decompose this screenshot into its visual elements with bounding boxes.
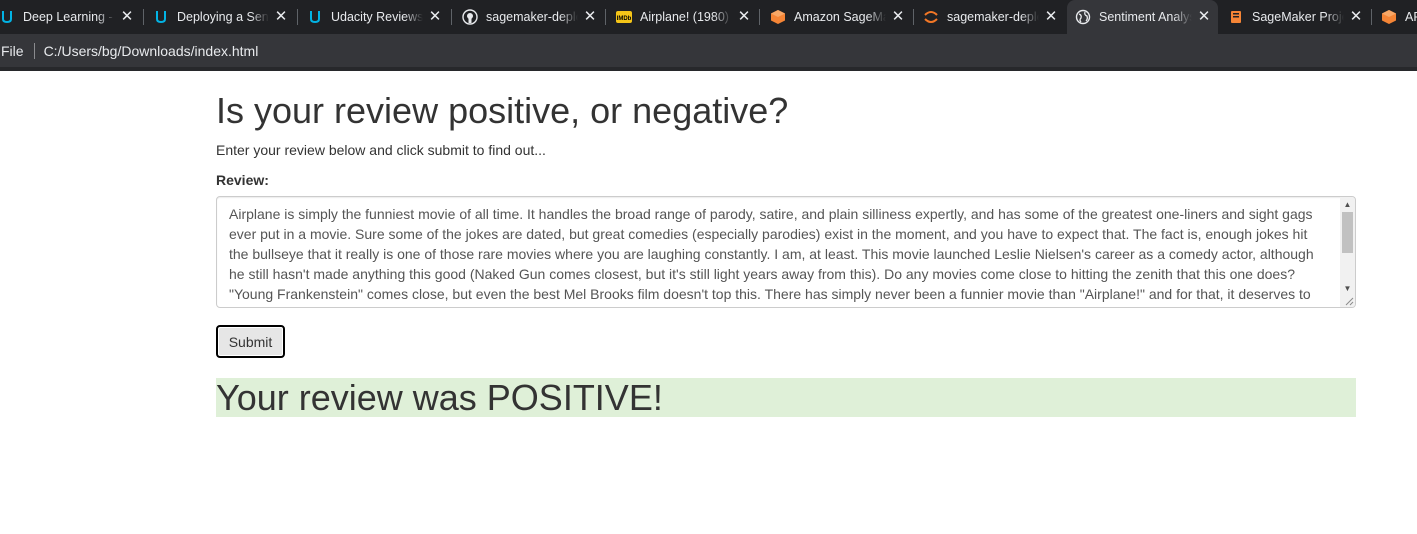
tab-deep-learning[interactable]: Deep Learning - Udacity ✕	[0, 0, 141, 34]
tab-divider	[913, 9, 914, 25]
tab-github-sagemaker[interactable]: sagemaker-deployment ✕	[454, 0, 604, 34]
review-text[interactable]: Airplane is simply the funniest movie of…	[229, 204, 1321, 307]
udacity-icon	[0, 9, 15, 25]
tab-label: Udacity Reviews	[331, 10, 423, 24]
close-tab-icon[interactable]: ✕	[1348, 9, 1364, 25]
tab-label: Deep Learning - Udacity	[23, 10, 115, 24]
tab-sentiment-analysis[interactable]: Sentiment Analysis Web App ✕	[1067, 0, 1218, 34]
result-text: Your review was POSITIVE!	[216, 377, 663, 418]
github-icon	[462, 9, 478, 25]
close-tab-icon[interactable]: ✕	[119, 9, 135, 25]
svg-text:IMDb: IMDb	[617, 16, 632, 22]
tab-strip: Deep Learning - Udacity ✕ Deploying a Se…	[0, 0, 1417, 34]
review-label: Review:	[216, 172, 269, 188]
close-tab-icon[interactable]: ✕	[1196, 9, 1212, 25]
close-tab-icon[interactable]: ✕	[273, 9, 289, 25]
result-banner: Your review was POSITIVE!	[216, 377, 1356, 418]
tab-deploying-sentiment[interactable]: Deploying a Sentiment Analysis Model ✕	[145, 0, 295, 34]
udacity-icon	[307, 9, 323, 25]
imdb-icon: IMDb	[616, 9, 632, 25]
scheme-chip[interactable]: File	[0, 42, 35, 59]
tab-udacity-reviews[interactable]: Udacity Reviews ✕	[299, 0, 449, 34]
jupyter-icon	[923, 9, 939, 25]
tab-divider	[451, 9, 452, 25]
tab-label: SageMaker Project	[1252, 10, 1344, 24]
aws-icon	[770, 9, 786, 25]
address-bar[interactable]: File C:/Users/bg/Downloads/index.html	[0, 34, 1417, 71]
tab-label: Deploying a Sentiment Analysis Model	[177, 10, 269, 24]
scrollbar-thumb[interactable]	[1342, 212, 1353, 253]
tab-imdb-airplane[interactable]: IMDb Airplane! (1980) - IMDb ✕	[608, 0, 758, 34]
tab-api[interactable]: API	[1373, 0, 1417, 34]
page-title: Is your review positive, or negative?	[216, 90, 789, 131]
tab-label: sagemaker-deployment	[947, 10, 1039, 24]
close-tab-icon[interactable]: ✕	[736, 9, 752, 25]
close-tab-icon[interactable]: ✕	[1043, 9, 1059, 25]
tab-label: Amazon SageMaker	[794, 10, 886, 24]
url-text[interactable]: C:/Users/bg/Downloads/index.html	[35, 43, 259, 59]
notebook-icon	[1228, 9, 1244, 25]
tab-sagemaker-project[interactable]: SageMaker Project ✕	[1220, 0, 1370, 34]
close-tab-icon[interactable]: ✕	[890, 9, 906, 25]
tab-jupyter-sagemaker[interactable]: sagemaker-deployment ✕	[915, 0, 1065, 34]
close-tab-icon[interactable]: ✕	[427, 9, 443, 25]
tab-divider	[1371, 9, 1372, 25]
tab-label: API	[1405, 10, 1417, 24]
tab-label: sagemaker-deployment	[486, 10, 578, 24]
tab-divider	[297, 9, 298, 25]
globe-icon	[1075, 9, 1091, 25]
intro-text: Enter your review below and click submit…	[216, 142, 546, 158]
tab-divider	[605, 9, 606, 25]
tab-divider	[143, 9, 144, 25]
tab-label: Sentiment Analysis Web App	[1099, 10, 1192, 24]
review-textarea[interactable]: Airplane is simply the funniest movie of…	[216, 196, 1356, 308]
udacity-icon	[153, 9, 169, 25]
scroll-down-arrow-icon[interactable]: ▼	[1340, 281, 1355, 296]
resize-grip-icon[interactable]	[1344, 296, 1354, 306]
tab-divider	[759, 9, 760, 25]
submit-button[interactable]: Submit	[216, 325, 285, 358]
tab-amazon-sagemaker[interactable]: Amazon SageMaker ✕	[762, 0, 912, 34]
aws-icon	[1381, 9, 1397, 25]
close-tab-icon[interactable]: ✕	[582, 9, 598, 25]
scroll-up-arrow-icon[interactable]: ▲	[1340, 197, 1355, 212]
tab-label: Airplane! (1980) - IMDb	[640, 10, 732, 24]
textarea-scrollbar[interactable]: ▲ ▼	[1340, 197, 1355, 307]
